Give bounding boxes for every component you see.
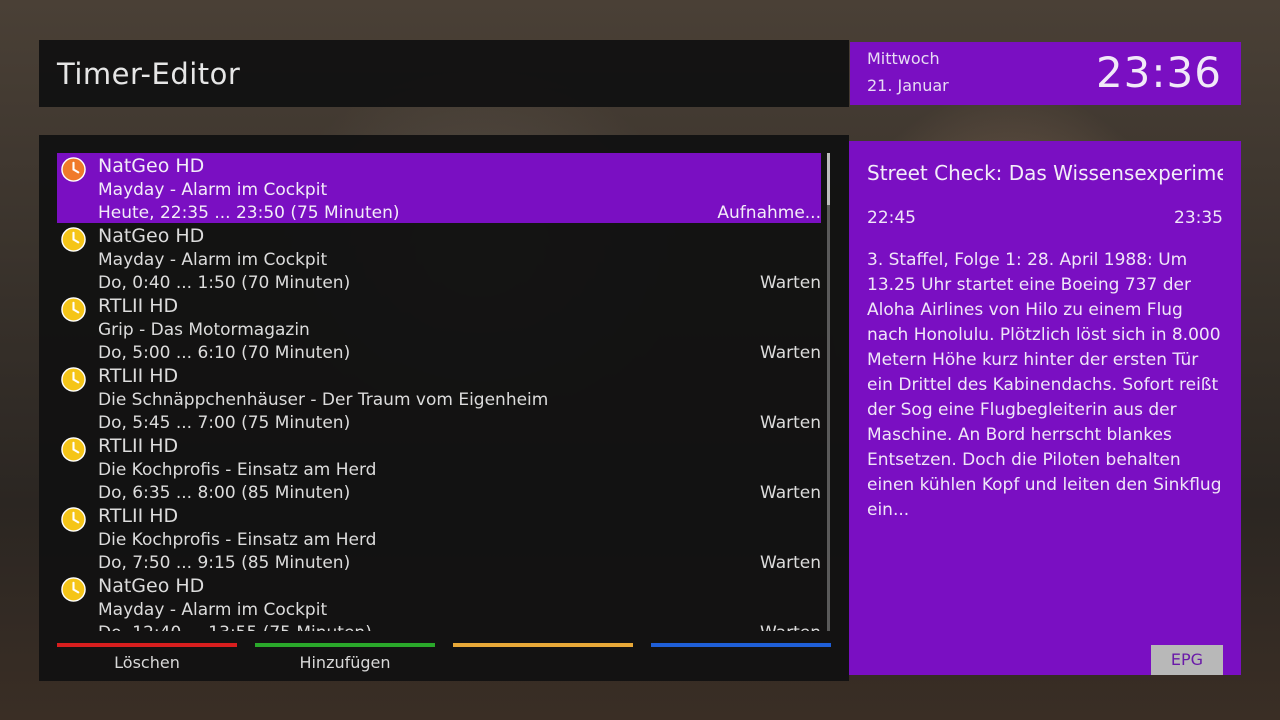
timer-channel: RTLII HD bbox=[98, 505, 179, 527]
timer-list-panel: NatGeo HD Mayday - Alarm im Cockpit Heute,… bbox=[39, 135, 849, 681]
clock-icon bbox=[61, 507, 86, 532]
weekday-label: Mittwoch bbox=[867, 49, 940, 68]
timer-channel: NatGeo HD bbox=[98, 575, 205, 597]
date-label: 21. Januar bbox=[867, 76, 949, 95]
timer-program: Mayday - Alarm im Cockpit bbox=[98, 250, 328, 270]
clock-recording-icon bbox=[61, 157, 86, 182]
program-start-time: 22:45 bbox=[867, 208, 916, 228]
timer-status: Warten bbox=[759, 273, 821, 293]
timer-program: Die Kochprofis - Einsatz am Herd bbox=[98, 530, 377, 550]
timer-row[interactable]: NatGeo HD Mayday - Alarm im Cockpit Heute,… bbox=[57, 153, 821, 223]
clock-icon bbox=[61, 297, 86, 322]
timer-row[interactable]: NatGeo HD Mayday - Alarm im Cockpit Do, 0:… bbox=[57, 223, 821, 293]
timer-channel: NatGeo HD bbox=[98, 155, 205, 177]
timer-row[interactable]: RTLII HD Die Kochprofis - Einsatz am Herd… bbox=[57, 433, 821, 503]
red-key-bar bbox=[57, 643, 237, 647]
add-button[interactable]: Hinzufügen bbox=[255, 653, 435, 672]
delete-button[interactable]: Löschen bbox=[57, 653, 237, 672]
timer-status: Warten bbox=[760, 623, 821, 631]
clock-icon bbox=[61, 577, 86, 602]
header-bar: Timer-Editor bbox=[39, 40, 849, 107]
timer-time-range: Do, 0:40 ... 1:50 (70 Minuten) bbox=[98, 273, 351, 293]
timer-program: Die Schnäppchenhäuser - Der Traum vom Ei… bbox=[98, 390, 549, 410]
page-title: Timer-Editor bbox=[57, 57, 241, 91]
timer-program: Mayday - Alarm im Cockpit bbox=[98, 600, 328, 620]
timer-status: Warten bbox=[759, 483, 821, 503]
timer-status: Warten bbox=[759, 343, 821, 363]
green-key-bar bbox=[255, 643, 435, 647]
timer-channel: RTLII HD bbox=[98, 365, 179, 387]
blue-key-bar bbox=[651, 643, 831, 647]
timer-status: Warten bbox=[759, 553, 821, 573]
program-title: Street Check: Das Wissensexperiment bbox=[867, 161, 1223, 185]
program-description: 3. Staffel, Folge 1: 28. April 1988: Um … bbox=[867, 250, 1222, 520]
timer-list[interactable]: NatGeo HD Mayday - Alarm im Cockpit Heute,… bbox=[57, 153, 821, 631]
clock-icon bbox=[61, 437, 86, 462]
timer-channel: NatGeo HD bbox=[98, 225, 205, 247]
timer-program: Grip - Das Motormagazin bbox=[98, 320, 310, 340]
clock-time: 23:36 bbox=[1095, 48, 1222, 97]
epg-button[interactable]: EPG bbox=[1151, 645, 1223, 675]
yellow-key-bar bbox=[453, 643, 633, 647]
scrollbar[interactable] bbox=[827, 153, 830, 631]
clock-box: Mittwoch 21. Januar 23:36 bbox=[850, 42, 1241, 105]
clock-icon bbox=[61, 367, 86, 392]
timer-row[interactable]: RTLII HD Die Schnäppchenhäuser - Der Trau… bbox=[57, 363, 821, 433]
timer-program: Die Kochprofis - Einsatz am Herd bbox=[98, 460, 377, 480]
timer-time-range: Do, 7:50 ... 9:15 (85 Minuten) bbox=[98, 553, 351, 573]
timer-channel: RTLII HD bbox=[98, 435, 179, 457]
scrollbar-thumb[interactable] bbox=[827, 153, 830, 205]
timer-status: Aufnahme... bbox=[717, 203, 821, 223]
timer-time-range: Do, 6:35 ... 8:00 (85 Minuten) bbox=[98, 483, 351, 503]
timer-time-range: Do, 5:45 ... 7:00 (75 Minuten) bbox=[98, 413, 351, 433]
program-end-time: 23:35 bbox=[1174, 208, 1223, 228]
timer-row[interactable]: NatGeo HD Mayday - Alarm im Cockpit Do, 12… bbox=[57, 573, 821, 631]
timer-row[interactable]: RTLII HD Grip - Das Motormagazin Do, 5:00 … bbox=[57, 293, 821, 363]
timer-time-range: Do, 5:00 ... 6:10 (70 Minuten) bbox=[98, 343, 351, 363]
timer-status: Warten bbox=[759, 413, 821, 433]
timer-time-range: Heute, 22:35 ... 23:50 (75 Minuten) bbox=[98, 203, 400, 223]
timer-time-range: Do, 12:40 ... 13:55 (75 Minuten) bbox=[98, 623, 372, 631]
clock-icon bbox=[61, 227, 86, 252]
timer-program: Mayday - Alarm im Cockpit bbox=[98, 180, 328, 200]
program-info-panel: Street Check: Das Wissensexperiment 22:4… bbox=[849, 141, 1241, 675]
timer-row[interactable]: RTLII HD Die Kochprofis - Einsatz am Herd… bbox=[57, 503, 821, 573]
timer-channel: RTLII HD bbox=[98, 295, 179, 317]
